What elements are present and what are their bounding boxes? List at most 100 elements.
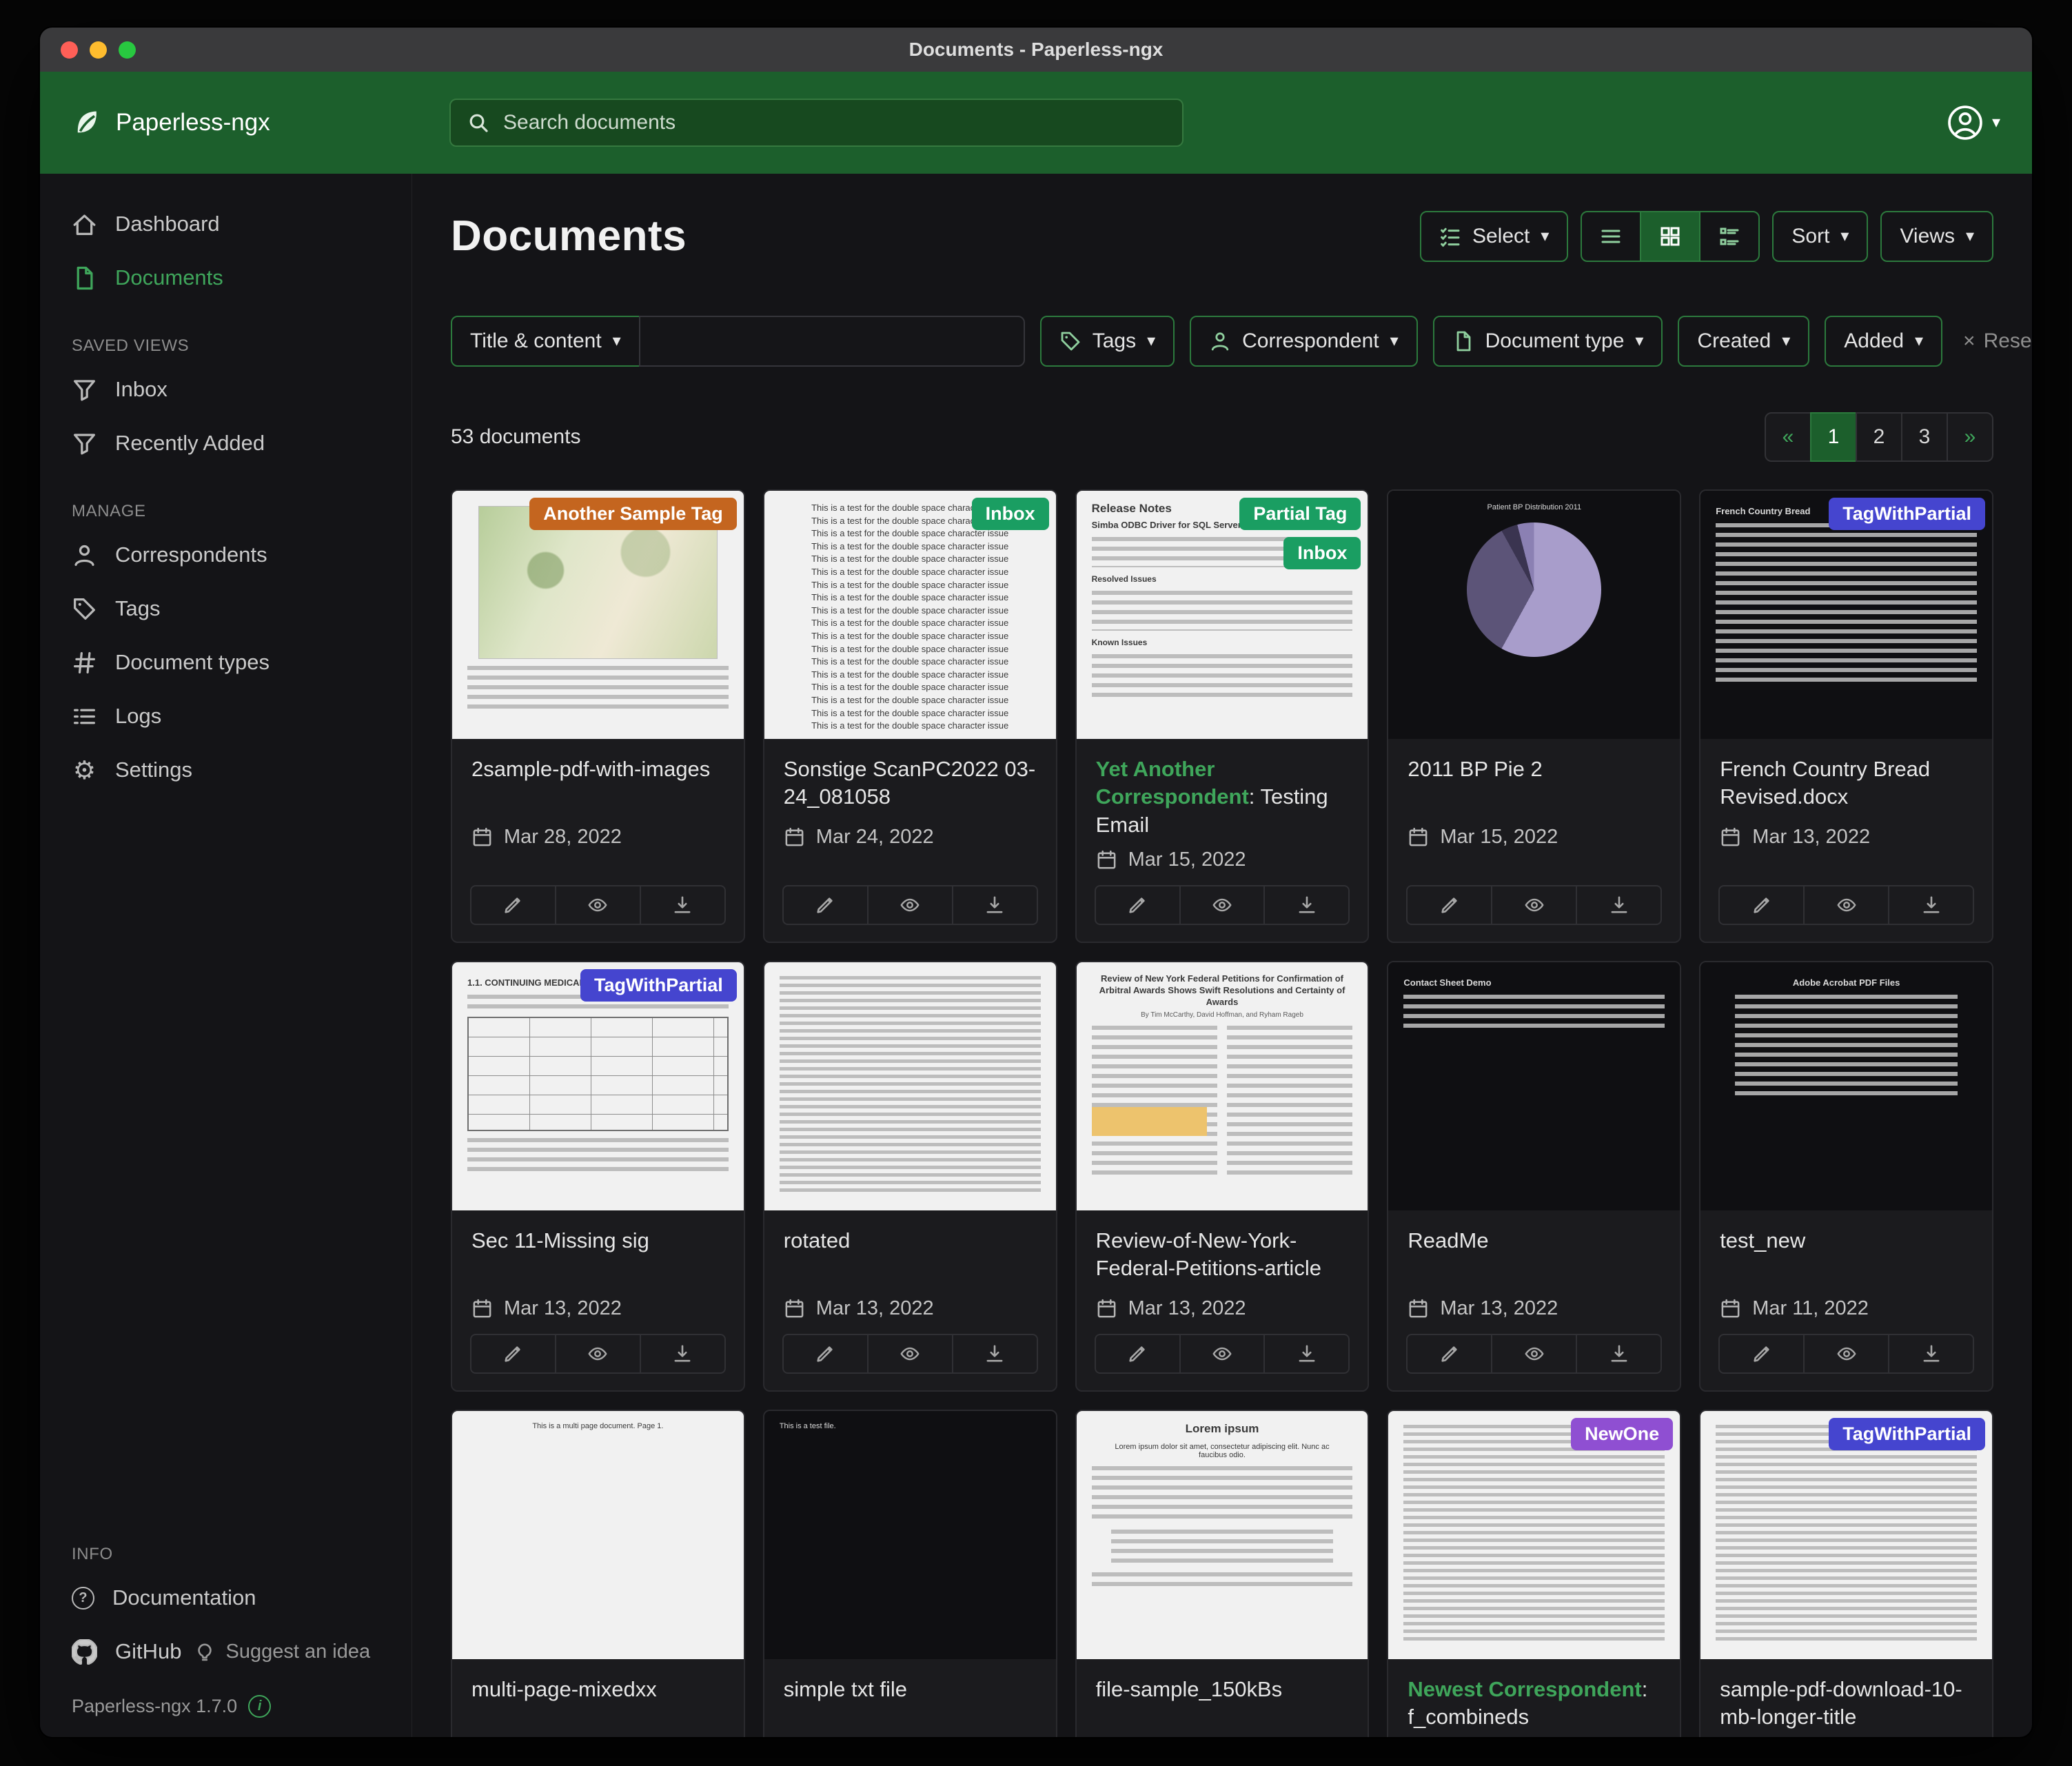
- sidebar-item-recently-added[interactable]: Recently Added: [40, 416, 412, 470]
- tag-badge[interactable]: Inbox: [972, 498, 1049, 530]
- sidebar-item-document-types[interactable]: Document types: [40, 636, 412, 689]
- document-card[interactable]: Review of New York Federal Petitions for…: [1075, 961, 1370, 1392]
- card-thumbnail[interactable]: [764, 962, 1056, 1210]
- list-view-button[interactable]: [1581, 211, 1641, 262]
- zoom-window-button[interactable]: [119, 41, 136, 59]
- card-title[interactable]: rotated: [784, 1227, 1037, 1288]
- download-button[interactable]: [1576, 1334, 1662, 1374]
- card-title[interactable]: Yet Another Correspondent: Testing Email: [1096, 755, 1349, 839]
- sidebar-item-github[interactable]: GitHub: [40, 1625, 194, 1678]
- global-search[interactable]: [449, 99, 1184, 147]
- tag-badge[interactable]: Partial Tag: [1239, 498, 1361, 530]
- card-thumbnail[interactable]: TagWithPartial: [1700, 1411, 1992, 1659]
- document-card[interactable]: Patient BP Distribution 2011 2011 BP Pie…: [1387, 489, 1681, 943]
- select-button[interactable]: Select ▾: [1420, 211, 1568, 262]
- card-correspondent[interactable]: Yet Another Correspondent: [1096, 757, 1249, 809]
- pagination-page-2[interactable]: 2: [1856, 412, 1902, 462]
- view-button[interactable]: [555, 885, 641, 925]
- edit-button[interactable]: [1095, 1334, 1181, 1374]
- card-title[interactable]: French Country Bread Revised.docx: [1720, 755, 1973, 816]
- grid-view-button[interactable]: [1640, 211, 1700, 262]
- pagination-prev-button[interactable]: «: [1765, 412, 1811, 462]
- document-type-filter-button[interactable]: Document type ▾: [1433, 316, 1663, 367]
- sidebar-item-dashboard[interactable]: Dashboard: [40, 197, 412, 251]
- card-title[interactable]: test_new: [1720, 1227, 1973, 1288]
- tag-badge[interactable]: NewOne: [1571, 1418, 1673, 1450]
- edit-button[interactable]: [1718, 1334, 1805, 1374]
- document-card[interactable]: Another Sample Tag 2sample-pdf-with-imag…: [451, 489, 745, 943]
- document-card[interactable]: TagWithPartial sample-pdf-download-10-mb…: [1699, 1410, 1993, 1737]
- card-thumbnail[interactable]: Another Sample Tag: [452, 491, 744, 739]
- card-title[interactable]: Review-of-New-York-Federal-Petitions-art…: [1096, 1227, 1349, 1288]
- sidebar-item-tags[interactable]: Tags: [40, 582, 412, 636]
- sort-button[interactable]: Sort ▾: [1772, 211, 1868, 262]
- document-card[interactable]: Lorem ipsumLorem ipsum dolor sit amet, c…: [1075, 1410, 1370, 1737]
- sidebar-item-settings[interactable]: ⚙ Settings: [40, 743, 412, 797]
- card-thumbnail[interactable]: Review of New York Federal Petitions for…: [1077, 962, 1368, 1210]
- document-card[interactable]: Adobe Acrobat PDF Files test_new Mar 11,…: [1699, 961, 1993, 1392]
- download-button[interactable]: [1263, 885, 1350, 925]
- card-title[interactable]: Newest Correspondent: f_combineds: [1408, 1676, 1660, 1736]
- tag-badge[interactable]: TagWithPartial: [1829, 1418, 1985, 1450]
- download-button[interactable]: [1888, 1334, 1974, 1374]
- edit-button[interactable]: [470, 1334, 556, 1374]
- view-button[interactable]: [555, 1334, 641, 1374]
- card-thumbnail[interactable]: Adobe Acrobat PDF Files: [1700, 962, 1992, 1210]
- download-button[interactable]: [952, 885, 1038, 925]
- brand[interactable]: Paperless-ngx: [72, 108, 416, 138]
- download-button[interactable]: [640, 1334, 726, 1374]
- document-card[interactable]: Contact Sheet Demo ReadMe Mar 13, 2022: [1387, 961, 1681, 1392]
- card-thumbnail[interactable]: French Country Bread TagWithPartial: [1700, 491, 1992, 739]
- tag-badge[interactable]: Another Sample Tag: [529, 498, 737, 530]
- card-thumbnail[interactable]: This is a test for the double space char…: [764, 491, 1056, 739]
- tag-badge[interactable]: TagWithPartial: [1829, 498, 1985, 530]
- pagination-page-3[interactable]: 3: [1901, 412, 1948, 462]
- card-correspondent[interactable]: Newest Correspondent: [1408, 1677, 1641, 1701]
- download-button[interactable]: [1576, 885, 1662, 925]
- close-window-button[interactable]: [61, 41, 78, 59]
- sidebar-item-documents[interactable]: Documents: [40, 251, 412, 305]
- correspondent-filter-button[interactable]: Correspondent ▾: [1190, 316, 1418, 367]
- card-title[interactable]: sample-pdf-download-10-mb-longer-title: [1720, 1676, 1973, 1736]
- view-button[interactable]: [1491, 885, 1577, 925]
- info-icon[interactable]: i: [248, 1695, 271, 1718]
- download-button[interactable]: [952, 1334, 1038, 1374]
- detail-view-button[interactable]: [1699, 211, 1760, 262]
- edit-button[interactable]: [782, 885, 869, 925]
- sidebar-item-correspondents[interactable]: Correspondents: [40, 528, 412, 582]
- minimize-window-button[interactable]: [90, 41, 107, 59]
- sidebar-item-inbox[interactable]: Inbox: [40, 363, 412, 416]
- edit-button[interactable]: [782, 1334, 869, 1374]
- card-thumbnail[interactable]: Patient BP Distribution 2011: [1388, 491, 1680, 739]
- tag-badge[interactable]: TagWithPartial: [580, 969, 737, 1002]
- document-card[interactable]: Release NotesSimba ODBC Driver for SQL S…: [1075, 489, 1370, 943]
- view-button[interactable]: [867, 1334, 953, 1374]
- view-button[interactable]: [1491, 1334, 1577, 1374]
- document-card[interactable]: rotated Mar 13, 2022: [763, 961, 1057, 1392]
- document-card[interactable]: French Country Bread TagWithPartial Fren…: [1699, 489, 1993, 943]
- view-button[interactable]: [1179, 885, 1266, 925]
- pagination-next-button[interactable]: »: [1947, 412, 1993, 462]
- document-card[interactable]: This is a test file. simple txt file: [763, 1410, 1057, 1737]
- created-filter-button[interactable]: Created ▾: [1678, 316, 1809, 367]
- view-button[interactable]: [1803, 1334, 1889, 1374]
- card-title[interactable]: Sonstige ScanPC2022 03-24_081058: [784, 755, 1037, 816]
- download-button[interactable]: [640, 885, 726, 925]
- edit-button[interactable]: [1718, 885, 1805, 925]
- views-button[interactable]: Views ▾: [1880, 211, 1993, 262]
- card-thumbnail[interactable]: Contact Sheet Demo: [1388, 962, 1680, 1210]
- card-title[interactable]: Sec 11-Missing sig: [471, 1227, 724, 1288]
- tags-filter-button[interactable]: Tags ▾: [1040, 316, 1175, 367]
- card-thumbnail[interactable]: This is a test file.: [764, 1411, 1056, 1659]
- card-title[interactable]: 2011 BP Pie 2: [1408, 755, 1660, 816]
- edit-button[interactable]: [470, 885, 556, 925]
- edit-button[interactable]: [1406, 1334, 1492, 1374]
- download-button[interactable]: [1263, 1334, 1350, 1374]
- card-title[interactable]: ReadMe: [1408, 1227, 1660, 1288]
- download-button[interactable]: [1888, 885, 1974, 925]
- view-button[interactable]: [1179, 1334, 1266, 1374]
- title-content-filter-button[interactable]: Title & content ▾: [451, 316, 640, 367]
- card-title[interactable]: multi-page-mixedxx: [471, 1676, 724, 1736]
- view-button[interactable]: [867, 885, 953, 925]
- sidebar-item-suggest-idea[interactable]: Suggest an idea: [194, 1641, 370, 1663]
